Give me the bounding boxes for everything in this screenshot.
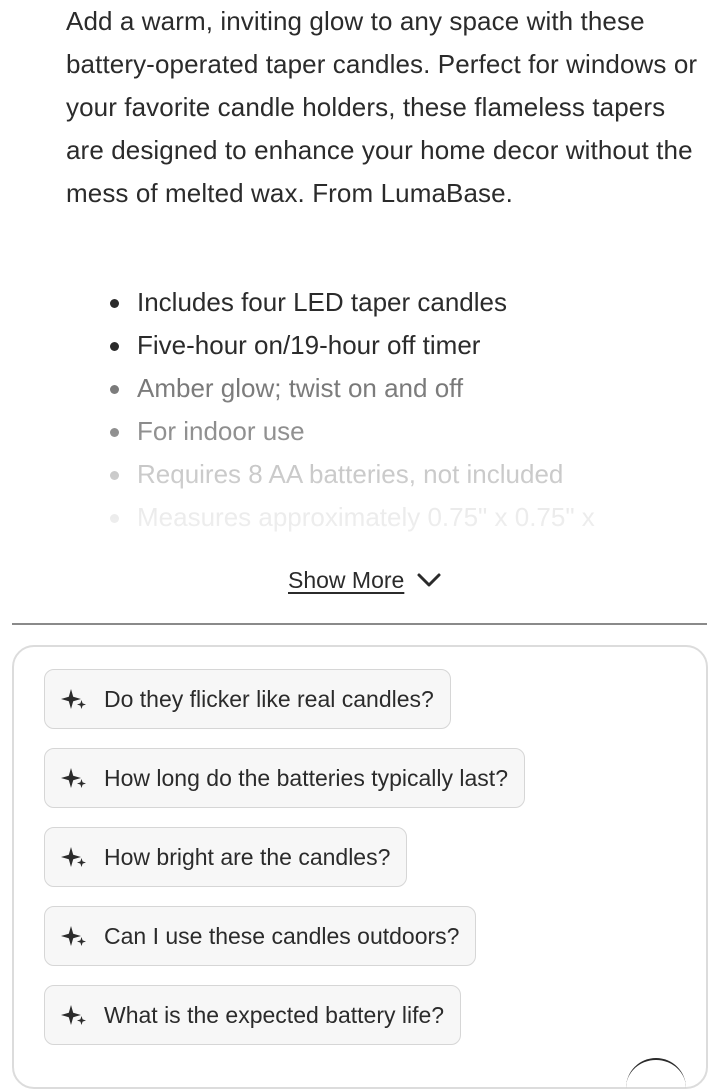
show-more-label: Show More (288, 566, 405, 593)
feature-item: Five-hour on/19-hour off timer (0, 324, 722, 367)
suggested-question-button[interactable]: How long do the batteries typically last… (44, 748, 525, 808)
feature-item: Requires 8 AA batteries, not included (0, 453, 722, 496)
sparkle-icon (61, 689, 86, 709)
feature-item: For indoor use (0, 410, 722, 453)
sparkle-icon (61, 847, 86, 867)
suggested-question-button[interactable]: How bright are the candles? (44, 827, 408, 887)
sparkle-icon (61, 926, 86, 946)
sparkle-icon (61, 1005, 86, 1025)
feature-item: Amber glow; twist on and off (0, 367, 722, 410)
show-more-button[interactable]: Show More (288, 562, 442, 598)
suggested-question-button[interactable]: Do they flicker like real candles? (44, 669, 451, 729)
feature-list: Includes four LED taper candles Five-hou… (0, 281, 722, 539)
suggested-question-label: How long do the batteries typically last… (104, 764, 508, 791)
suggested-question-label: Can I use these candles outdoors? (104, 922, 460, 949)
suggested-question-button[interactable]: What is the expected battery life? (44, 985, 462, 1045)
suggested-question-label: How bright are the candles? (104, 843, 391, 870)
chevron-down-icon (417, 573, 441, 587)
suggested-question-label: What is the expected battery life? (104, 1001, 445, 1028)
suggested-question-button[interactable]: Can I use these candles outdoors? (44, 906, 477, 966)
sparkle-icon (61, 768, 86, 788)
feature-item: Includes four LED taper candles (0, 281, 722, 324)
feature-item: Measures approximately 0.75" x 0.75" x (0, 496, 722, 539)
section-divider (12, 623, 707, 625)
suggested-question-label: Do they flicker like real candles? (104, 685, 434, 712)
product-description: Add a warm, inviting glow to any space w… (66, 6, 698, 208)
